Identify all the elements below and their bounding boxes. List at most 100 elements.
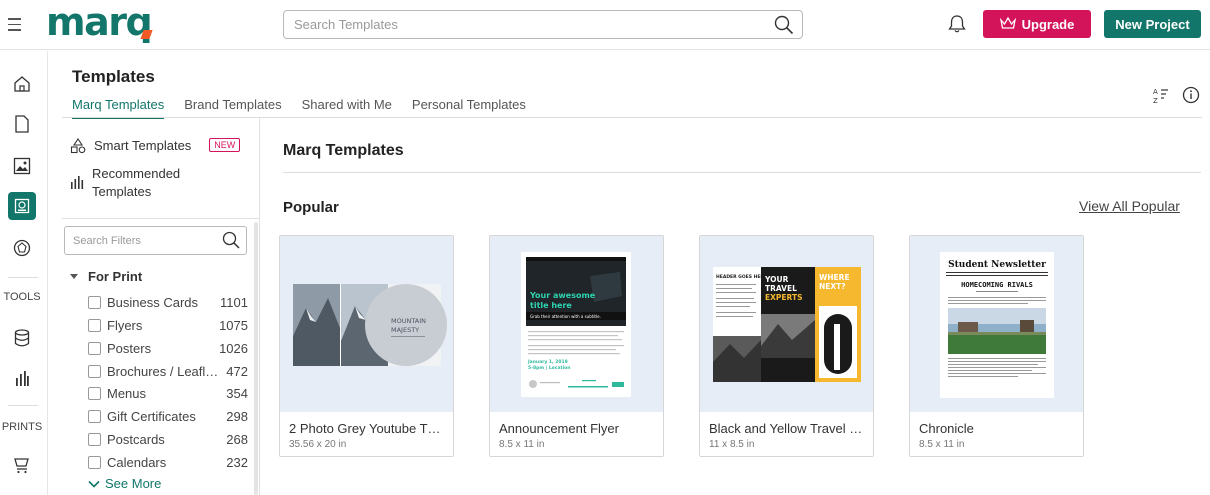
search-icon[interactable]: [222, 231, 240, 254]
page-title: Templates: [72, 67, 155, 86]
thumb-your: YOUR: [764, 275, 789, 284]
template-name: Chronicle: [919, 421, 974, 436]
template-name: Announcement Flyer: [499, 421, 619, 436]
category-item[interactable]: Calendars 232: [88, 453, 248, 471]
tools-label: TOOLS: [3, 291, 41, 303]
search-templates: [283, 10, 803, 39]
category-name: Calendars: [107, 454, 167, 470]
template-card[interactable]: Student Newsletter HOMECOMING RIVALS Chr…: [909, 235, 1084, 457]
sidebar-divider: [62, 218, 260, 219]
thumb-headline: HOMECOMING RIVALS: [961, 281, 1033, 289]
recommended-templates-item[interactable]: Recommended Templates: [70, 165, 180, 201]
template-card[interactable]: MOUNTAIN MAJESTY 2 Photo Grey Youtube Th…: [279, 235, 454, 457]
svg-text:Z: Z: [1153, 97, 1158, 104]
template-thumbnail: MOUNTAIN MAJESTY: [280, 236, 453, 412]
thumb-newsletter: Student Newsletter: [948, 260, 1046, 270]
tab-marq-templates[interactable]: Marq Templates: [72, 97, 165, 119]
category-count: 268: [226, 431, 248, 447]
tab-shared-with-me[interactable]: Shared with Me: [302, 97, 392, 117]
sort-alpha-icon[interactable]: AZ: [1153, 86, 1169, 109]
smart-templates-label: Smart Templates: [94, 138, 192, 153]
checkbox[interactable]: [88, 455, 101, 469]
see-more-label: See More: [105, 476, 162, 491]
thumb-text-line1: MOUNTAIN: [391, 317, 426, 325]
category-item[interactable]: Postcards 268: [88, 430, 248, 448]
search-input[interactable]: [284, 11, 754, 38]
database-icon[interactable]: [11, 327, 33, 349]
popular-section-title: Popular: [283, 199, 339, 216]
analytics-icon[interactable]: [11, 367, 33, 389]
tab-personal-templates[interactable]: Personal Templates: [412, 97, 526, 117]
category-item[interactable]: Menus 354: [88, 384, 248, 402]
recommended-line1: Recommended: [92, 166, 181, 181]
template-dimensions: 8.5 x 11 in: [499, 439, 545, 450]
category-item[interactable]: Business Cards 1101: [88, 293, 248, 311]
category-count: 354: [226, 385, 248, 401]
search-filters-input[interactable]: [65, 227, 215, 254]
thumb-title-line2: title here: [530, 301, 572, 310]
templates-icon[interactable]: [8, 192, 36, 220]
upgrade-button[interactable]: Upgrade: [983, 10, 1091, 38]
category-name: Flyers: [107, 317, 143, 333]
top-bar: marq Upgrade New Project: [0, 0, 1210, 50]
category-count: 298: [226, 408, 248, 424]
marq-logo[interactable]: marq: [46, 2, 153, 42]
left-rail: TOOLS PRINTS: [0, 51, 48, 495]
category-count: 472: [226, 363, 248, 379]
brand-icon[interactable]: [11, 237, 33, 259]
category-item[interactable]: Gift Certificates 298: [88, 407, 248, 425]
thumb-header: HEADER GOES HERE: [716, 274, 767, 280]
search-filters: [64, 226, 247, 255]
thumb-subtitle: Grab their attention with a subtitle.: [530, 314, 601, 319]
template-name: Black and Yellow Travel …: [709, 421, 863, 436]
main-title: Marq Templates: [283, 142, 404, 159]
view-all-popular-link[interactable]: View All Popular: [1079, 198, 1180, 214]
for-print-group[interactable]: For Print: [70, 269, 142, 284]
svg-text:A: A: [1153, 88, 1158, 96]
thumb-experts: EXPERTS: [765, 293, 802, 302]
category-name: Business Cards: [107, 294, 199, 310]
template-dimensions: 8.5 x 11 in: [919, 439, 965, 450]
info-icon[interactable]: [1182, 86, 1200, 109]
menu-icon[interactable]: [8, 14, 26, 34]
tab-brand-templates[interactable]: Brand Templates: [184, 97, 281, 117]
category-item[interactable]: Flyers 1075: [88, 316, 248, 334]
template-thumbnail: Student Newsletter HOMECOMING RIVALS: [910, 236, 1083, 412]
checkbox[interactable]: [88, 364, 101, 378]
thumb-travel: TRAVEL: [765, 284, 797, 293]
see-more-link[interactable]: See More: [88, 476, 161, 491]
thumb-time: 5-8pm | Location: [528, 365, 570, 371]
checkbox[interactable]: [88, 341, 101, 355]
new-project-button[interactable]: New Project: [1104, 10, 1201, 38]
category-name: Brochures / Leafl…: [107, 363, 219, 379]
category-name: Posters: [107, 340, 152, 356]
thumb-title-line1: Your awesome: [529, 291, 596, 300]
category-name: Gift Certificates: [107, 408, 196, 424]
thumb-where: WHERE: [819, 273, 850, 282]
checkbox[interactable]: [88, 318, 101, 332]
main-divider: [283, 172, 1201, 173]
template-thumbnail: Your awesome title here Grab their atten…: [490, 236, 663, 412]
template-card[interactable]: HEADER GOES HERE YOUR TRAVEL EXPERTS WHE…: [699, 235, 874, 457]
rail-divider: [8, 277, 38, 278]
notifications-bell-icon[interactable]: [948, 14, 966, 39]
shapes-icon: [70, 138, 86, 157]
document-icon[interactable]: [11, 113, 33, 135]
group-label: For Print: [88, 269, 143, 284]
category-count: 1101: [220, 294, 248, 310]
category-item[interactable]: Posters 1026: [88, 339, 248, 357]
template-card[interactable]: Your awesome title here Grab their atten…: [489, 235, 664, 457]
checkbox[interactable]: [88, 432, 101, 446]
thumb-text-line2: MAJESTY: [391, 326, 419, 334]
image-icon[interactable]: [11, 155, 33, 177]
home-icon[interactable]: [11, 73, 33, 95]
category-item[interactable]: Brochures / Leafl… 472: [88, 362, 248, 380]
search-icon[interactable]: [774, 15, 794, 40]
checkbox[interactable]: [88, 295, 101, 309]
smart-templates-item[interactable]: Smart Templates NEW: [70, 138, 241, 157]
checkbox[interactable]: [88, 386, 101, 400]
cart-icon[interactable]: [11, 454, 33, 476]
new-badge: NEW: [209, 138, 241, 152]
checkbox[interactable]: [88, 409, 101, 423]
sidebar-scrollbar[interactable]: [254, 222, 258, 495]
